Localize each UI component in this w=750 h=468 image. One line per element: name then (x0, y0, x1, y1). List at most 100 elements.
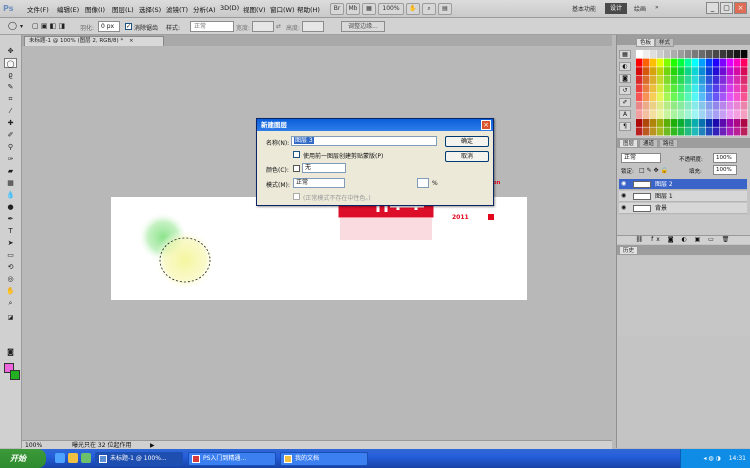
document-canvas[interactable] (111, 197, 527, 300)
side-para-icon[interactable]: ¶ (619, 122, 631, 131)
gradient-tool-icon[interactable]: ▦ (4, 178, 17, 188)
elliptical-marquee-icon[interactable]: ◯ (8, 21, 17, 30)
menu-3d[interactable]: 3D(D) (220, 4, 239, 12)
restore-icon[interactable]: ▢ (720, 2, 733, 14)
workspace-design[interactable]: 设计 (605, 3, 628, 14)
menu-help[interactable]: 帮助(H) (297, 4, 320, 14)
swap-icon[interactable]: ⇄ (276, 23, 281, 30)
menu-layer[interactable]: 图层(L) (112, 4, 134, 14)
taskbar-button-tutorial[interactable]: PS入门到精通... (188, 452, 276, 466)
type-tool-icon[interactable]: T (4, 226, 17, 236)
healing-tool-icon[interactable]: ✚ (4, 118, 17, 128)
blur-tool-icon[interactable]: 💧 (4, 190, 17, 200)
name-input[interactable]: 图层 3 (291, 136, 437, 146)
menu-analysis[interactable]: 分析(A) (193, 4, 216, 14)
crop-tool-icon[interactable]: ⌗ (4, 94, 17, 104)
menu-image[interactable]: 图像(I) (85, 4, 105, 14)
cancel-button[interactable]: 取消 (445, 151, 489, 162)
zoom-tool-icon[interactable]: ⌕ (4, 298, 17, 308)
quicklaunch-ie-icon[interactable] (55, 453, 65, 463)
side-swatches-icon[interactable]: ▦ (619, 50, 631, 59)
menu-edit[interactable]: 编辑(E) (57, 4, 79, 14)
lock-icons[interactable]: □ ✎ ✥ 🔒 (639, 167, 668, 174)
tab-styles[interactable]: 样式 (655, 38, 675, 47)
move-tool-icon[interactable]: ✥ (4, 46, 17, 56)
visibility-eye-icon[interactable]: ◉ (621, 181, 628, 187)
tab-paths[interactable]: 路径 (659, 139, 679, 148)
quick-mask-icon[interactable]: ◙ (4, 347, 17, 357)
side-char-icon[interactable]: A (619, 110, 631, 119)
marquee-tool-icon[interactable]: ◯ (4, 58, 17, 68)
layer-row[interactable]: ◉ 背景 (619, 203, 747, 214)
eraser-tool-icon[interactable]: ▰ (4, 166, 17, 176)
menu-file[interactable]: 文件(F) (27, 4, 49, 14)
path-select-tool-icon[interactable]: ➤ (4, 238, 17, 248)
extras-icon[interactable]: ▦ (362, 3, 376, 15)
taskbar-button-photoshop[interactable]: 未标题-1 @ 100%... (95, 452, 183, 466)
tool-preset-chevron-icon[interactable]: ▾ (20, 23, 23, 30)
quicklaunch-desktop-icon[interactable] (81, 453, 91, 463)
side-adjust-icon[interactable]: ◐ (619, 62, 631, 71)
antialias-checkbox[interactable]: ✓ (125, 23, 132, 30)
start-button[interactable]: 开始 (0, 449, 46, 468)
opacity-input[interactable] (417, 178, 429, 188)
zoom-level[interactable]: 100% (378, 3, 404, 15)
blend-mode-select[interactable]: 正常 (621, 153, 661, 163)
tab-history[interactable]: 历史 (619, 246, 639, 255)
background-color-swatch[interactable] (10, 370, 20, 380)
swatches-grid[interactable] (636, 50, 748, 136)
visibility-eye-icon[interactable]: ◉ (621, 205, 628, 211)
bridge-icon[interactable]: Br (330, 3, 344, 15)
layer-row[interactable]: ◉ 图层 1 (619, 191, 747, 202)
workspace-painting[interactable]: 绘画 (634, 4, 646, 13)
selection-mode-icons[interactable]: ▢ ▣ ◧ ◨ (32, 22, 65, 30)
height-input[interactable] (302, 21, 324, 32)
hand-tool-icon[interactable]: ✋ (4, 286, 17, 296)
zoom-icon[interactable]: ⌕ (422, 3, 436, 15)
stamp-tool-icon[interactable]: ⚲ (4, 142, 17, 152)
fill-field[interactable]: 100% (713, 165, 737, 175)
document-tab[interactable]: 未标题-1 @ 100% (图层 2, RGB/8) * × (24, 36, 164, 46)
dialog-close-icon[interactable]: × (481, 120, 491, 130)
menu-window[interactable]: 窗口(W) (270, 4, 295, 14)
taskbar-button-documents[interactable]: 我的文档 (280, 452, 368, 466)
layer-footer-icons[interactable]: ⛓ fx ◙ ◐ ▣ ▭ 🗑 (617, 235, 750, 244)
dodge-tool-icon[interactable]: ● (4, 202, 17, 212)
brush-tool-icon[interactable]: ✐ (4, 130, 17, 140)
tab-swatches[interactable]: 色板 (636, 38, 656, 47)
opacity-field[interactable]: 100% (713, 153, 737, 163)
quick-select-tool-icon[interactable]: ✎ (4, 82, 17, 92)
workspace-more-icon[interactable]: » (655, 4, 659, 11)
layer-row[interactable]: ◉ 图层 2 (619, 179, 747, 190)
3d-rotate-tool-icon[interactable]: ⟲ (4, 262, 17, 272)
default-colors-icon[interactable]: ◪ (4, 313, 17, 323)
mode-select[interactable]: 正常 (293, 178, 345, 188)
minimize-icon[interactable]: _ (706, 2, 719, 14)
side-brush-icon[interactable]: ✐ (619, 98, 631, 107)
ok-button[interactable]: 确定 (445, 136, 489, 147)
feather-input[interactable]: 0 px (98, 21, 120, 32)
shape-tool-icon[interactable]: ▭ (4, 250, 17, 260)
tab-layers[interactable]: 图层 (619, 139, 639, 148)
quicklaunch-folder-icon[interactable] (68, 453, 78, 463)
clip-mask-checkbox[interactable] (293, 151, 300, 158)
color-select[interactable]: 无 (302, 163, 346, 173)
3d-orbit-tool-icon[interactable]: ◎ (4, 274, 17, 284)
visibility-eye-icon[interactable]: ◉ (621, 193, 628, 199)
tab-channels[interactable]: 通道 (639, 139, 659, 148)
menu-filter[interactable]: 滤镜(T) (166, 4, 188, 14)
eyedropper-tool-icon[interactable]: ⁄ (4, 106, 17, 116)
document-tab-close-icon[interactable]: × (129, 38, 134, 44)
history-brush-icon[interactable]: ✑ (4, 154, 17, 164)
tray-icons[interactable]: ◂ ◍ ◑ (703, 455, 720, 462)
side-mask-icon[interactable]: ◙ (619, 74, 631, 83)
menu-view[interactable]: 视图(V) (243, 4, 266, 14)
neutral-checkbox[interactable] (293, 193, 300, 200)
minibridge-icon[interactable]: Mb (346, 3, 360, 15)
pen-tool-icon[interactable]: ✒ (4, 214, 17, 224)
close-icon[interactable]: × (734, 2, 747, 14)
side-history-icon[interactable]: ↺ (619, 86, 631, 95)
width-input[interactable] (252, 21, 274, 32)
refine-edge-button[interactable]: 调整边缘... (341, 21, 385, 32)
menu-select[interactable]: 选择(S) (139, 4, 161, 14)
